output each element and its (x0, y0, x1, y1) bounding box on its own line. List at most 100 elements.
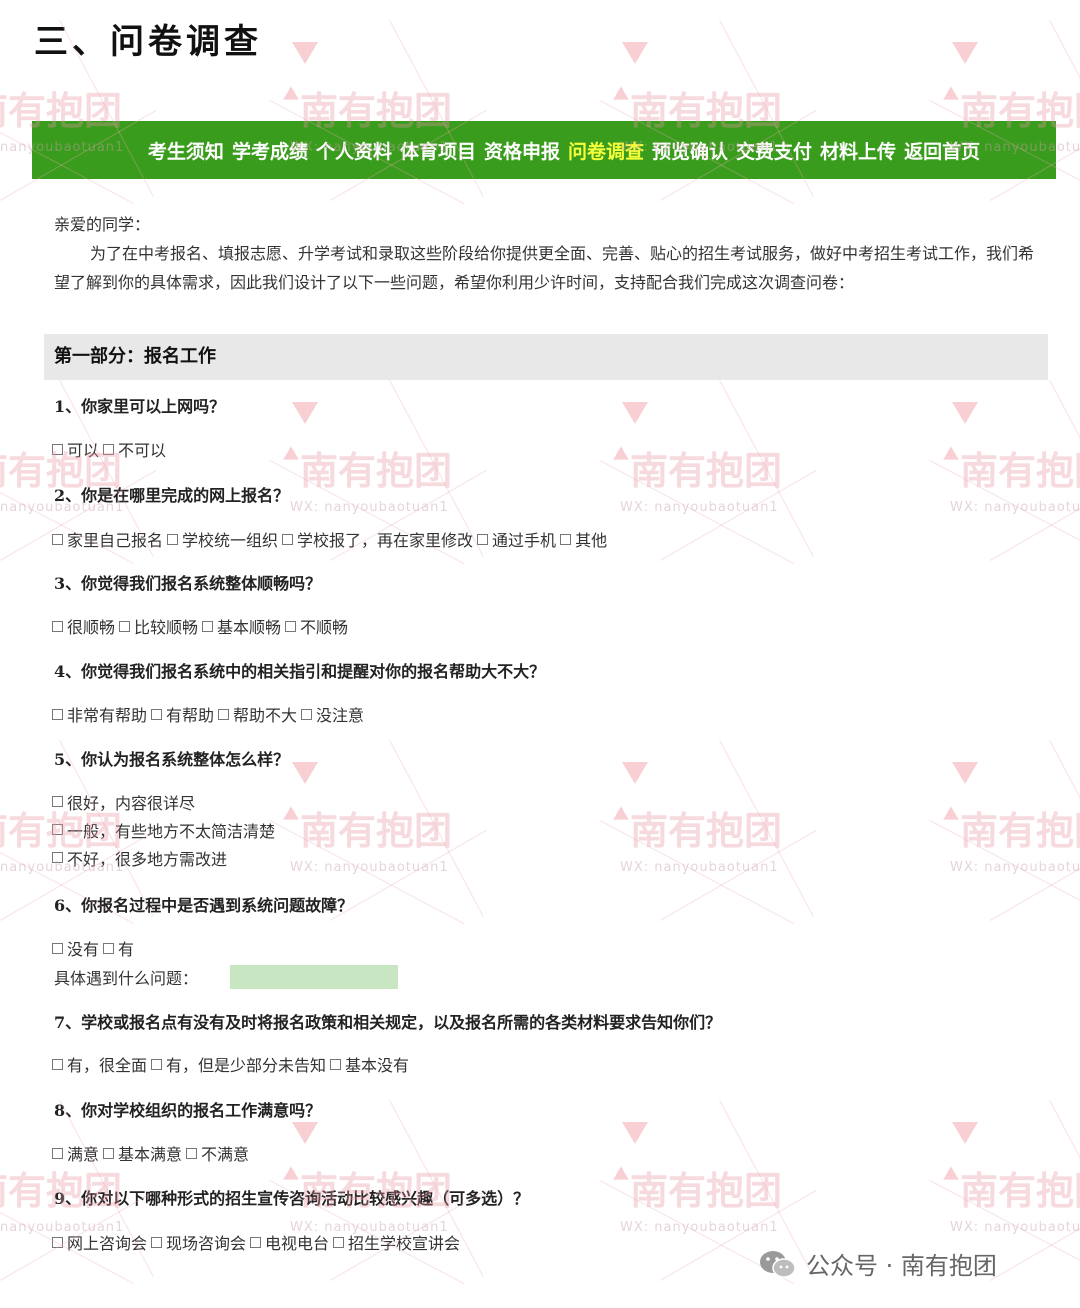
checkbox[interactable] (330, 1058, 342, 1070)
option[interactable]: 现场咨询会 (151, 1230, 246, 1254)
option[interactable]: 不可以 (103, 437, 166, 461)
watermark-triangle (292, 762, 318, 784)
checkbox[interactable] (151, 1058, 163, 1070)
problem-field[interactable] (230, 965, 398, 989)
watermark-triangle (283, 86, 299, 100)
nav-item-qualification[interactable]: 资格申报 (480, 137, 564, 164)
option[interactable]: 家里自己报名 (52, 527, 163, 551)
nav-item-home[interactable]: 返回首页 (900, 137, 984, 164)
checkbox[interactable] (52, 620, 63, 632)
watermark-triangle (283, 806, 299, 820)
checkbox[interactable] (167, 533, 179, 545)
nav-item-personal-info[interactable]: 个人资料 (312, 137, 396, 164)
option-label: 招生学校宣讲会 (348, 1234, 461, 1253)
option[interactable]: 电视电台 (250, 1230, 329, 1254)
option[interactable]: 没注意 (301, 702, 364, 726)
checkbox[interactable] (103, 443, 115, 455)
option[interactable]: 很顺畅 (52, 614, 115, 638)
checkbox[interactable] (52, 942, 63, 954)
option[interactable]: 有，很全面 (52, 1052, 147, 1076)
watermark-line (990, 830, 1080, 921)
page-title: 三、问卷调查 (34, 22, 262, 62)
checkbox[interactable] (202, 620, 214, 632)
option[interactable]: 一般，有些地方不太简洁清楚 (52, 818, 275, 841)
option[interactable]: 帮助不大 (218, 702, 297, 726)
checkbox[interactable] (218, 708, 230, 720)
nav-item-sports[interactable]: 体育项目 (396, 137, 480, 164)
question-8: 8、你对学校组织的报名工作满意吗？ (54, 1101, 322, 1120)
option[interactable]: 很好，内容很详尽 (52, 790, 275, 813)
checkbox[interactable] (333, 1236, 345, 1248)
watermark-subtext: WX: nanyoubaotuan1 (290, 860, 449, 875)
checkbox[interactable] (52, 852, 63, 863)
option-label: 很好，内容很详尽 (67, 793, 196, 813)
watermark-subtext: WX: nanyoubaotuan1 (950, 500, 1080, 515)
checkbox[interactable] (52, 1236, 63, 1248)
option[interactable]: 学校报了，再在家里修改 (282, 527, 473, 551)
nav-item-scores[interactable]: 学考成绩 (228, 137, 312, 164)
nav-item-exam-notice[interactable]: 考生须知 (144, 137, 228, 164)
option[interactable]: 不满意 (186, 1141, 249, 1165)
checkbox[interactable] (103, 942, 115, 954)
option[interactable]: 满意 (52, 1141, 99, 1165)
watermark-line (330, 830, 487, 921)
watermark-triangle (613, 446, 629, 460)
option[interactable]: 没有 (52, 936, 99, 960)
option[interactable]: 比较顺畅 (119, 614, 198, 638)
option[interactable]: 网上咨询会 (52, 1230, 147, 1254)
nav-item-preview[interactable]: 预览确认 (648, 137, 732, 164)
option-label: 帮助不大 (233, 706, 298, 725)
watermark-subtext: WX: nanyoubaotuan1 (290, 500, 449, 515)
options-q4: 非常有帮助 有帮助 帮助不大 没注意 (52, 702, 368, 726)
options-q1: 可以 不可以 (52, 437, 170, 461)
checkbox[interactable] (52, 1147, 63, 1159)
nav-item-survey[interactable]: 问卷调查 (564, 137, 648, 164)
checkbox[interactable] (52, 796, 63, 807)
option[interactable]: 有，但是少部分未告知 (151, 1052, 326, 1076)
option[interactable]: 通过手机 (477, 527, 556, 551)
checkbox[interactable] (151, 708, 163, 720)
watermark-line (1049, 380, 1080, 558)
option[interactable]: 可以 (52, 437, 99, 461)
watermark-line (599, 460, 795, 565)
option[interactable]: 基本顺畅 (202, 614, 281, 638)
checkbox[interactable] (285, 620, 297, 632)
option[interactable]: 其他 (560, 527, 607, 551)
option[interactable]: 有 (103, 936, 134, 960)
nav-item-payment[interactable]: 交费支付 (732, 137, 816, 164)
checkbox[interactable] (119, 620, 131, 632)
option-label: 现场咨询会 (166, 1234, 247, 1253)
checkbox[interactable] (151, 1236, 163, 1248)
nav-item-upload[interactable]: 材料上传 (816, 137, 900, 164)
watermark-subtext: WX: nanyoubaotuan1 (620, 1220, 779, 1235)
checkbox[interactable] (52, 443, 63, 455)
watermark-triangle (943, 86, 959, 100)
option[interactable]: 学校统一组织 (167, 527, 278, 551)
option[interactable]: 不顺畅 (285, 614, 348, 638)
checkbox[interactable] (186, 1147, 198, 1159)
watermark-triangle (622, 762, 648, 784)
option[interactable]: 有帮助 (151, 702, 214, 726)
watermark-text: 南有抱团 (960, 449, 1080, 493)
checkbox[interactable] (301, 708, 313, 720)
option[interactable]: 招生学校宣讲会 (333, 1230, 460, 1254)
option-label: 不可以 (118, 441, 167, 460)
nav-bar: 考生须知 学考成绩 个人资料 体育项目 资格申报 问卷调查 预览确认 交费支付 … (32, 121, 1056, 179)
checkbox[interactable] (52, 708, 63, 720)
option[interactable]: 非常有帮助 (52, 702, 147, 726)
checkbox[interactable] (52, 824, 63, 835)
checkbox[interactable] (282, 533, 294, 545)
watermark-line (1049, 1100, 1080, 1278)
watermark-line (990, 470, 1080, 561)
checkbox[interactable] (52, 533, 63, 545)
option[interactable]: 基本没有 (330, 1052, 409, 1076)
option[interactable]: 基本满意 (103, 1141, 182, 1165)
checkbox[interactable] (477, 533, 489, 545)
checkbox[interactable] (250, 1236, 262, 1248)
checkbox[interactable] (52, 1058, 63, 1070)
watermark-line (599, 820, 795, 925)
watermark-triangle (283, 446, 299, 460)
option[interactable]: 不好，很多地方需改进 (52, 846, 275, 869)
checkbox[interactable] (560, 533, 572, 545)
checkbox[interactable] (103, 1147, 115, 1159)
